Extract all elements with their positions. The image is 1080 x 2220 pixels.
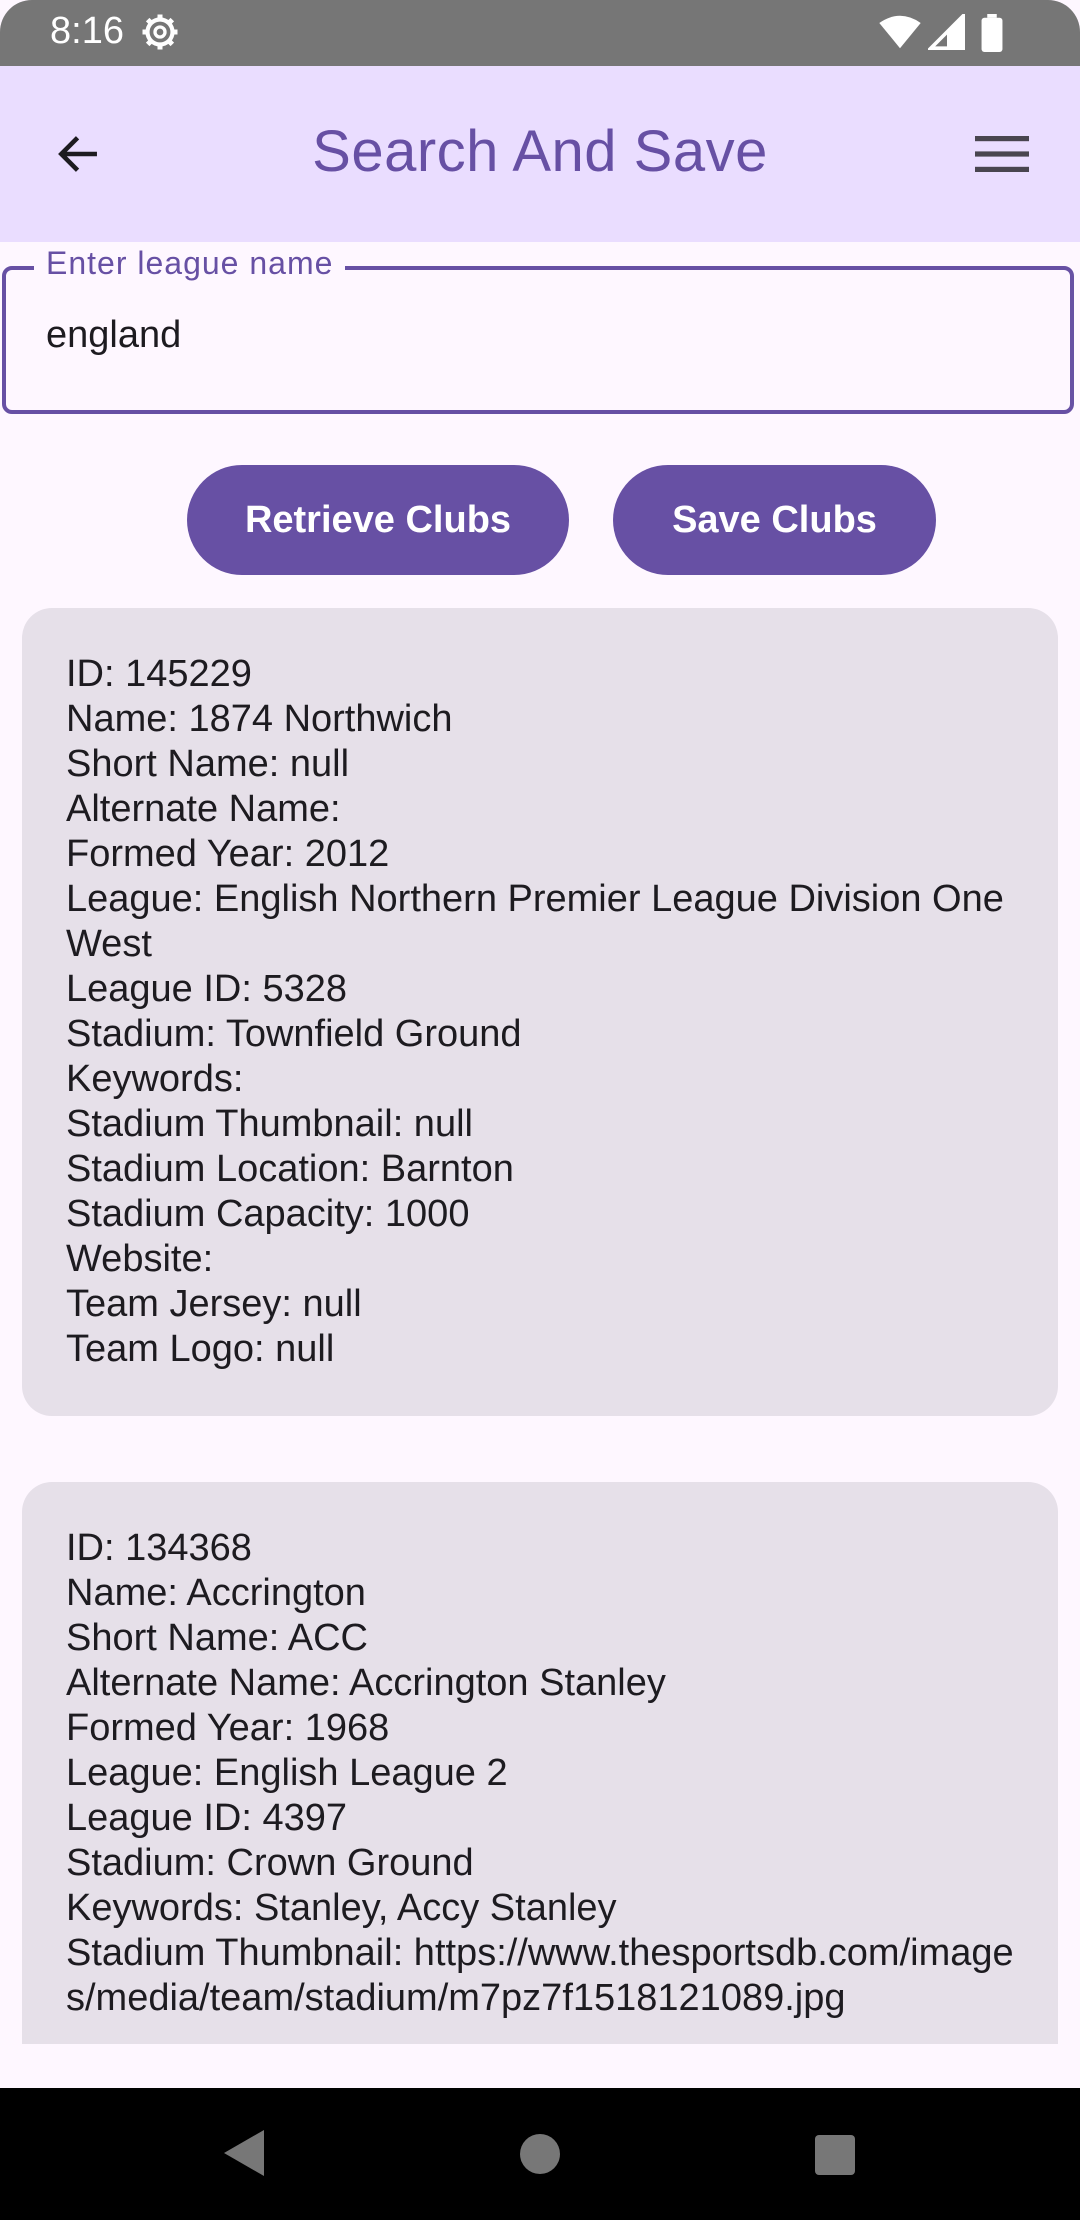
club-list[interactable]: ID: 145229 Name: 1874 Northwich Short Na… <box>0 600 1080 2044</box>
club-keywords: Keywords: Stanley, Accy Stanley <box>66 1887 617 1929</box>
club-formed-year: Formed Year: 2012 <box>66 833 390 875</box>
nav-back-icon[interactable] <box>220 2128 266 2183</box>
club-card: ID: 134368 Name: Accrington Short Name: … <box>22 1482 1058 2044</box>
club-stadium-location: Stadium Location: Barnton <box>66 1148 514 1190</box>
club-alternate-name: Alternate Name: Accrington Stanley <box>66 1662 666 1704</box>
club-stadium: Stadium: Townfield Ground <box>66 1013 522 1055</box>
club-stadium-capacity: Stadium Capacity: 1000 <box>66 1193 470 1235</box>
hamburger-menu-icon <box>975 134 1029 179</box>
club-alternate-name: Alternate Name: <box>66 788 341 830</box>
club-card: ID: 145229 Name: 1874 Northwich Short Na… <box>22 608 1058 1416</box>
club-league-id: League ID: 5328 <box>66 968 348 1010</box>
system-navigation-bar <box>0 2088 1080 2220</box>
retrieve-clubs-button[interactable]: Retrieve Clubs <box>187 465 569 575</box>
club-keywords: Keywords: <box>66 1058 244 1100</box>
club-short-name: Short Name: null <box>66 743 350 785</box>
club-team-jersey: Team Jersey: null <box>66 1283 362 1325</box>
top-app-bar: Search And Save <box>0 66 1080 242</box>
league-name-label: Enter league name <box>34 245 346 282</box>
wifi-icon <box>878 14 922 55</box>
club-name: Name: Accrington <box>66 1572 366 1614</box>
club-id: ID: 134368 <box>66 1527 252 1569</box>
club-website: Website: <box>66 1238 214 1280</box>
club-league-id: League ID: 4397 <box>66 1797 348 1839</box>
club-short-name: Short Name: ACC <box>66 1617 368 1659</box>
status-time: 8:16 <box>50 10 124 52</box>
club-team-logo: Team Logo: null <box>66 1328 335 1370</box>
nav-recents-icon[interactable] <box>814 2134 856 2181</box>
club-name: Name: 1874 Northwich <box>66 698 453 740</box>
club-league: League: English League 2 <box>66 1752 508 1794</box>
page-title: Search And Save <box>312 119 768 184</box>
battery-icon <box>980 14 1004 57</box>
nav-home-icon[interactable] <box>518 2132 562 2181</box>
cell-signal-icon <box>926 11 966 55</box>
settings-gear-icon <box>140 12 180 57</box>
club-formed-year: Formed Year: 1968 <box>66 1707 390 1749</box>
club-stadium: Stadium: Crown Ground <box>66 1842 474 1884</box>
save-clubs-button[interactable]: Save Clubs <box>613 465 936 575</box>
club-league: League: English Northern Premier League … <box>66 878 1015 965</box>
club-stadium-thumbnail: Stadium Thumbnail: null <box>66 1103 473 1145</box>
club-stadium-thumbnail: Stadium Thumbnail: https://www.thesports… <box>66 1932 1014 2019</box>
league-name-field[interactable] <box>2 266 1074 414</box>
league-name-input[interactable] <box>46 314 1026 357</box>
status-bar: 8:16 <box>0 0 1080 66</box>
menu-button[interactable] <box>974 128 1030 184</box>
club-id: ID: 145229 <box>66 653 252 695</box>
